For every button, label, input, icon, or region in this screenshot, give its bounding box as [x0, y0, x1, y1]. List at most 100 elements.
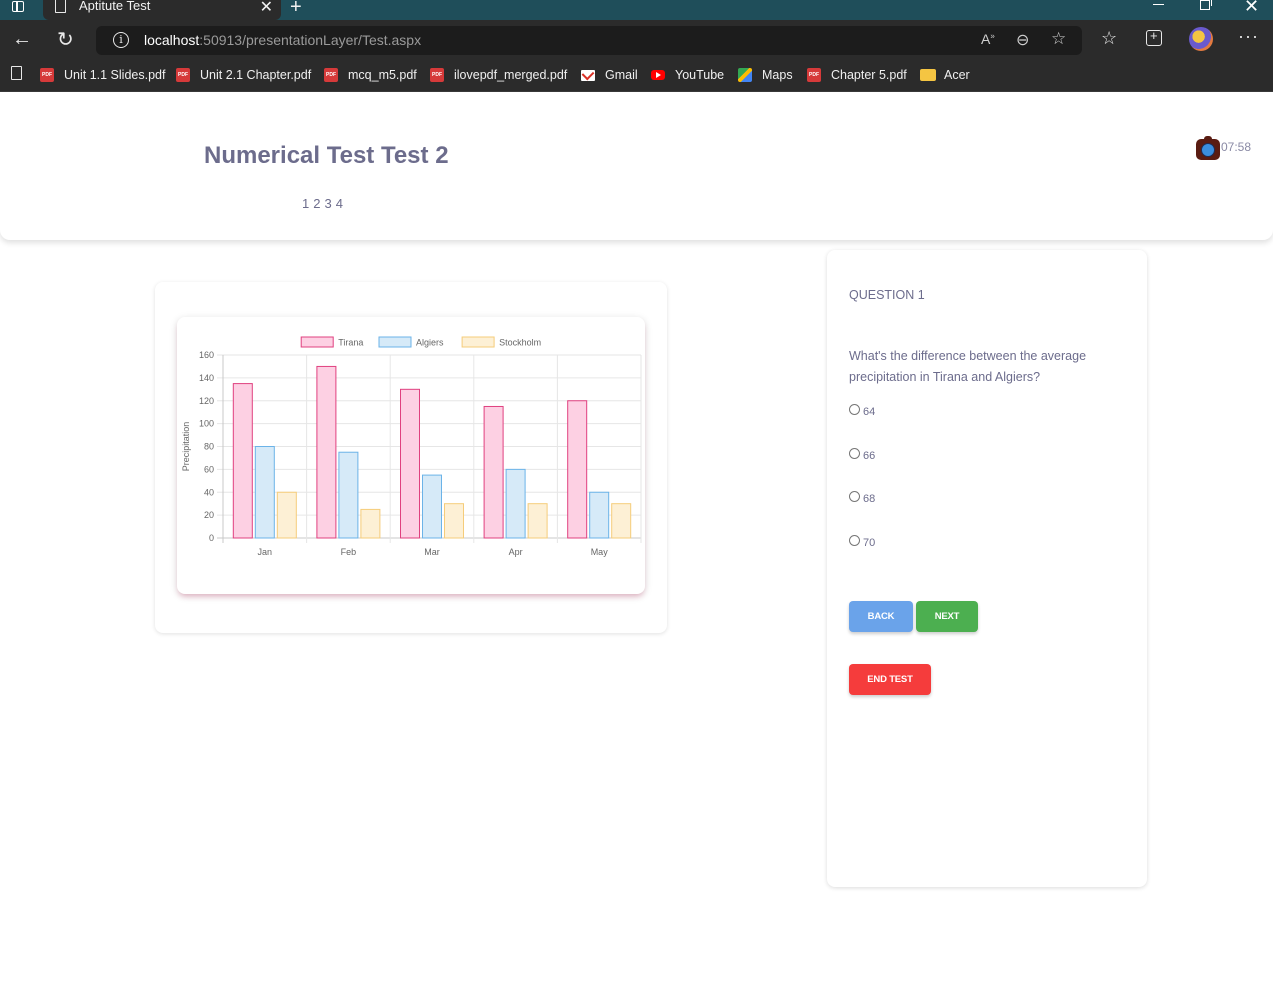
y-tick-label: 60 — [204, 464, 214, 474]
chart-panel: 0 20 40 60 80 100 120 140 160 Jan Feb Mar Apr May Prec… — [177, 317, 645, 594]
answer-option[interactable]: 66 — [849, 447, 875, 462]
browser-tab-bar: Aptitute Test ✕ + ✕ — [0, 0, 1273, 20]
zoom-out-icon[interactable]: ⊖ — [1016, 30, 1029, 50]
chart-card: 0 20 40 60 80 100 120 140 160 Jan Feb Mar Apr May Prec… — [155, 282, 667, 633]
address-bar: ← ↻ i localhost:50913/presentationLayer/… — [0, 20, 1273, 60]
new-tab-icon[interactable]: + — [290, 0, 302, 19]
window-close-icon[interactable]: ✕ — [1244, 0, 1259, 17]
next-button[interactable]: NEXT — [916, 601, 978, 632]
back-button[interactable]: BACK — [849, 601, 913, 632]
bookmark-item[interactable]: PDF Unit 1.1 Slides.pdf — [40, 65, 165, 85]
x-tick-label: Feb — [341, 547, 357, 557]
option-label: 70 — [863, 537, 876, 549]
bookmark-label: Unit 1.1 Slides.pdf — [64, 68, 166, 82]
legend-label: Algiers — [416, 338, 444, 348]
restore-icon[interactable] — [1200, 0, 1212, 10]
url-host: localhost — [144, 32, 200, 48]
bar-stockholm-may — [611, 503, 632, 539]
page-link-2[interactable]: 2 — [313, 196, 320, 211]
bookmark-label: YouTube — [675, 68, 725, 82]
minimize-icon[interactable] — [1153, 4, 1164, 5]
bar-algiers-jan — [254, 446, 275, 539]
page-link-1[interactable]: 1 — [302, 196, 309, 211]
bar-tirana-mar — [400, 388, 420, 539]
back-arrow-icon[interactable]: ← — [12, 28, 32, 51]
more-menu-icon[interactable]: ··· — [1238, 26, 1259, 47]
answer-option[interactable]: 70 — [849, 534, 876, 549]
bookmark-label: ilovepdf_merged.pdf — [454, 68, 568, 82]
url-text: localhost:50913/presentationLayer/Test.a… — [144, 32, 421, 48]
bookmark-item[interactable]: YouTube — [651, 65, 724, 85]
bar-tirana-may — [567, 400, 588, 539]
favorites-icon[interactable]: ☆ — [1101, 28, 1117, 49]
y-tick-label: 100 — [199, 419, 214, 429]
x-tick-label: Apr — [509, 547, 523, 557]
page-link-4[interactable]: 4 — [336, 196, 343, 211]
option-radio[interactable] — [849, 447, 860, 459]
bookmark-item[interactable]: PDF Unit 2.1 Chapter.pdf — [176, 65, 311, 85]
end-test-button[interactable]: END TEST — [849, 664, 931, 695]
x-tick-label: Jan — [258, 547, 273, 557]
y-tick-label: 160 — [199, 350, 214, 360]
url-input[interactable]: i localhost:50913/presentationLayer/Test… — [96, 26, 1082, 55]
info-icon[interactable]: i — [113, 32, 129, 48]
question-pager: 1 2 3 4 — [302, 196, 343, 211]
tab-aptitute-test[interactable]: Aptitute Test ✕ — [43, 0, 281, 20]
folder-icon — [920, 69, 936, 81]
bar-tirana-jan — [232, 383, 253, 539]
add-favorite-icon[interactable]: ☆ — [1051, 29, 1066, 49]
refresh-icon[interactable]: ↻ — [57, 27, 74, 52]
y-tick-label: 120 — [199, 396, 214, 406]
alarm-clock-icon — [1196, 136, 1220, 160]
question-card: QUESTION 1 What's the difference between… — [827, 250, 1147, 887]
option-radio[interactable] — [849, 403, 860, 415]
legend-label: Stockholm — [499, 338, 541, 348]
bar-tirana-feb — [316, 365, 337, 539]
answer-option[interactable]: 68 — [849, 490, 876, 505]
read-aloud-icon[interactable]: A» — [981, 31, 995, 47]
option-radio[interactable] — [849, 490, 860, 502]
timer-value: 07:58 — [1221, 140, 1252, 154]
bookmark-item[interactable]: PDF Chapter 5.pdf — [807, 65, 907, 85]
y-axis-label: Precipitation — [181, 422, 191, 472]
timer: 07:58 — [1196, 136, 1251, 160]
y-tick-label: 80 — [204, 442, 214, 452]
bar-stockholm-mar — [444, 503, 464, 539]
tab-title: Aptitute Test — [79, 0, 151, 13]
y-tick-label: 20 — [204, 510, 214, 520]
page-link-3[interactable]: 3 — [324, 196, 331, 211]
url-path: :50913/presentationLayer/Test.aspx — [199, 32, 422, 48]
bar-stockholm-apr — [527, 503, 548, 539]
bar-algiers-may — [589, 491, 610, 539]
collections-icon[interactable] — [1146, 28, 1162, 46]
answer-option[interactable]: 64 — [849, 403, 876, 418]
x-tick-label: Mar — [424, 547, 440, 557]
y-tick-label: 40 — [204, 487, 214, 497]
bookmark-label: Acer — [944, 68, 970, 82]
bookmark-item[interactable]: Gmail — [581, 65, 638, 85]
pdf-icon: PDF — [40, 68, 54, 82]
option-radio[interactable] — [849, 534, 860, 546]
question-number: QUESTION 1 — [849, 288, 925, 302]
bookmark-item[interactable]: Acer — [920, 65, 970, 85]
option-label: 68 — [863, 493, 876, 505]
profile-avatar[interactable] — [1189, 27, 1213, 51]
x-tick-label: May — [591, 547, 609, 557]
page-icon — [55, 0, 66, 13]
youtube-icon — [651, 70, 665, 80]
legend-swatch-stockholm — [461, 336, 495, 348]
bookmark-item[interactable]: Maps — [738, 65, 793, 85]
bookmark-item[interactable]: PDF ilovepdf_merged.pdf — [430, 65, 567, 85]
legend-label: Tirana — [338, 338, 363, 348]
bookmark-label: Gmail — [605, 68, 638, 82]
option-label: 64 — [863, 406, 876, 418]
tab-actions-icon[interactable] — [10, 0, 26, 14]
pdf-icon: PDF — [176, 68, 190, 82]
bar-tirana-apr — [483, 405, 504, 539]
y-tick-label: 140 — [199, 373, 214, 383]
bookmark-label: Chapter 5.pdf — [831, 68, 907, 82]
bar-stockholm-jan — [276, 491, 297, 539]
pdf-icon: PDF — [430, 68, 444, 82]
close-tab-icon[interactable]: ✕ — [260, 0, 273, 17]
bookmark-item[interactable]: PDF mcq_m5.pdf — [324, 65, 417, 85]
